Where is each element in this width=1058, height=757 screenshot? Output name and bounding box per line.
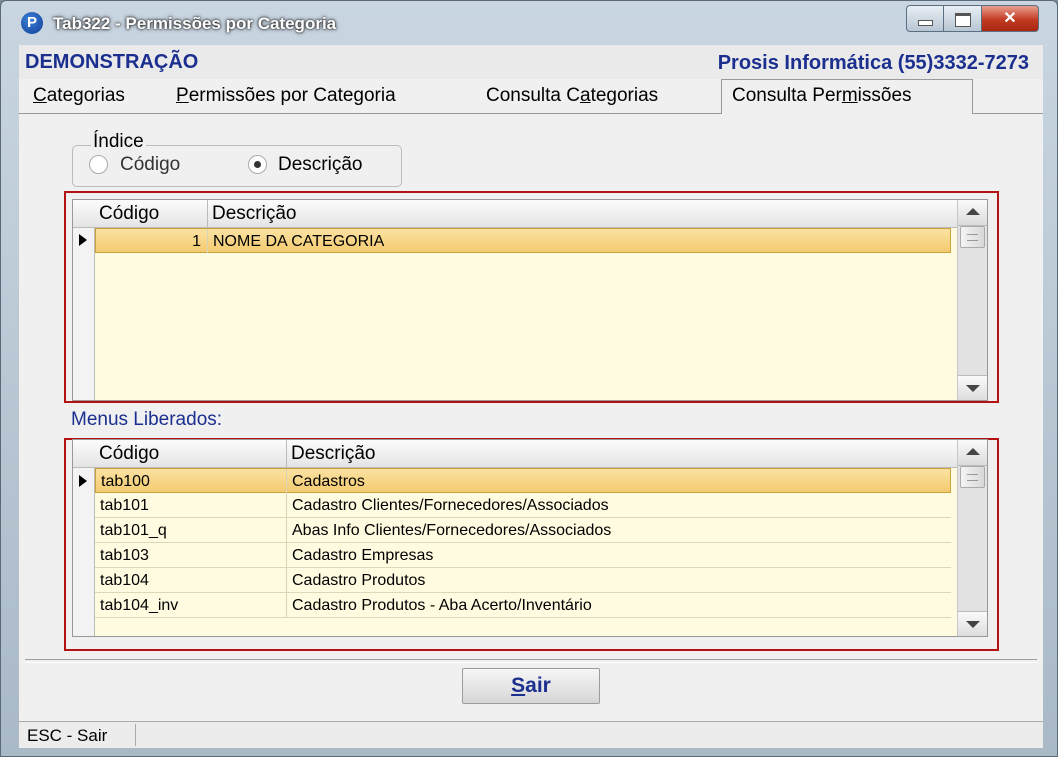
- tab-permissoes-por-categoria[interactable]: Permissões por Categoria: [176, 81, 396, 111]
- scroll-up-button[interactable]: [958, 200, 987, 226]
- table-row[interactable]: 1 NOME DA CATEGORIA: [95, 228, 951, 253]
- status-hint: ESC - Sair: [27, 726, 108, 745]
- status-separator: [135, 724, 136, 746]
- table-row[interactable]: tab104_inv Cadastro Produtos - Aba Acert…: [95, 593, 951, 618]
- arrow-up-icon: [965, 208, 980, 215]
- company-contact: Prosis Informática (55)3332-7273: [717, 52, 1029, 74]
- categories-grid-header: Código Descrição: [73, 200, 959, 228]
- cell-descricao: Cadastro Empresas: [292, 547, 434, 564]
- close-icon: ✕: [1003, 10, 1017, 27]
- cell-codigo: tab101: [95, 493, 287, 517]
- scroll-thumb[interactable]: [960, 226, 985, 248]
- minimize-button[interactable]: [906, 5, 944, 32]
- sair-button[interactable]: Sair: [462, 668, 600, 704]
- separator: [25, 659, 1037, 663]
- menus-scrollbar[interactable]: [957, 440, 987, 636]
- categories-scrollbar[interactable]: [957, 200, 987, 400]
- demo-label: DEMONSTRAÇÃO: [25, 51, 199, 73]
- maximize-button[interactable]: [944, 5, 982, 32]
- title-bar[interactable]: P Tab322 - Permissões por Categoria ✕: [1, 1, 1057, 41]
- menus-grid-header: Código Descrição: [73, 440, 959, 468]
- scroll-thumb[interactable]: [960, 466, 985, 488]
- cell-descricao: Cadastro Produtos: [292, 572, 426, 589]
- app-window: P Tab322 - Permissões por Categoria ✕ DE…: [0, 0, 1058, 757]
- index-group-label: Índice: [91, 131, 146, 153]
- arrow-down-icon: [965, 621, 980, 628]
- current-row-arrow-icon: [79, 475, 87, 487]
- radio-codigo-label[interactable]: Código: [120, 154, 180, 176]
- client-area: DEMONSTRAÇÃO Prosis Informática (55)3332…: [19, 45, 1043, 748]
- cell-descricao: Cadastro Produtos - Aba Acerto/Inventári…: [292, 597, 592, 614]
- column-header-descricao[interactable]: Descrição: [287, 440, 959, 467]
- radio-descricao-label[interactable]: Descrição: [278, 154, 362, 176]
- radio-descricao[interactable]: [248, 155, 267, 174]
- radio-selected-dot: [254, 161, 261, 168]
- cell-codigo: tab104_inv: [95, 593, 287, 617]
- status-bar: ESC - Sair: [19, 721, 1043, 748]
- row-indicator-column: [73, 200, 95, 400]
- minimize-icon: [917, 20, 933, 26]
- cell-descricao: Cadastros: [292, 473, 365, 490]
- arrow-up-icon: [965, 448, 980, 455]
- menus-grid[interactable]: Código Descrição tab100 Cadastros tab101…: [72, 439, 988, 637]
- column-header-codigo[interactable]: Código: [95, 440, 287, 467]
- table-row[interactable]: tab104 Cadastro Produtos: [95, 568, 951, 593]
- app-logo-icon: P: [21, 12, 43, 34]
- column-header-codigo[interactable]: Código: [95, 200, 208, 227]
- cell-codigo: 1: [96, 229, 208, 253]
- cell-codigo: tab101_q: [95, 518, 287, 542]
- tab-panel-consulta-permissoes: Índice Código Descrição Código Descrição…: [19, 113, 1043, 717]
- close-button[interactable]: ✕: [982, 5, 1039, 32]
- window-title: Tab322 - Permissões por Categoria: [53, 14, 337, 33]
- header-band: DEMONSTRAÇÃO Prosis Informática (55)3332…: [19, 45, 1043, 79]
- cell-codigo: tab104: [95, 568, 287, 592]
- tab-consulta-permissoes[interactable]: Consulta Permissões: [721, 79, 973, 114]
- row-indicator-column: [73, 440, 95, 636]
- index-group: Índice Código Descrição: [72, 131, 402, 187]
- cell-codigo: tab103: [95, 543, 287, 567]
- menus-liberados-label: Menus Liberados:: [71, 409, 223, 430]
- scroll-down-button[interactable]: [958, 611, 987, 636]
- column-header-descricao[interactable]: Descrição: [208, 200, 959, 227]
- maximize-icon: [954, 13, 971, 27]
- table-row[interactable]: tab103 Cadastro Empresas: [95, 543, 951, 568]
- categories-grid[interactable]: Código Descrição 1 NOME DA CATEGORIA: [72, 199, 988, 401]
- table-row[interactable]: tab101_q Abas Info Clientes/Fornecedores…: [95, 518, 951, 543]
- cell-descricao: Abas Info Clientes/Fornecedores/Associad…: [292, 522, 612, 539]
- cell-codigo: tab100: [96, 469, 287, 493]
- scroll-down-button[interactable]: [958, 375, 987, 400]
- cell-descricao: NOME DA CATEGORIA: [213, 233, 385, 250]
- table-row[interactable]: tab100 Cadastros: [95, 468, 951, 493]
- table-row[interactable]: tab101 Cadastro Clientes/Fornecedores/As…: [95, 493, 951, 518]
- tab-categorias[interactable]: Categorias: [33, 81, 125, 111]
- scroll-up-button[interactable]: [958, 440, 987, 466]
- cell-descricao: Cadastro Clientes/Fornecedores/Associado…: [292, 497, 609, 514]
- arrow-down-icon: [965, 385, 980, 392]
- current-row-arrow-icon: [79, 234, 87, 246]
- tab-consulta-categorias[interactable]: Consulta Categorias: [486, 81, 658, 111]
- radio-codigo[interactable]: [89, 155, 108, 174]
